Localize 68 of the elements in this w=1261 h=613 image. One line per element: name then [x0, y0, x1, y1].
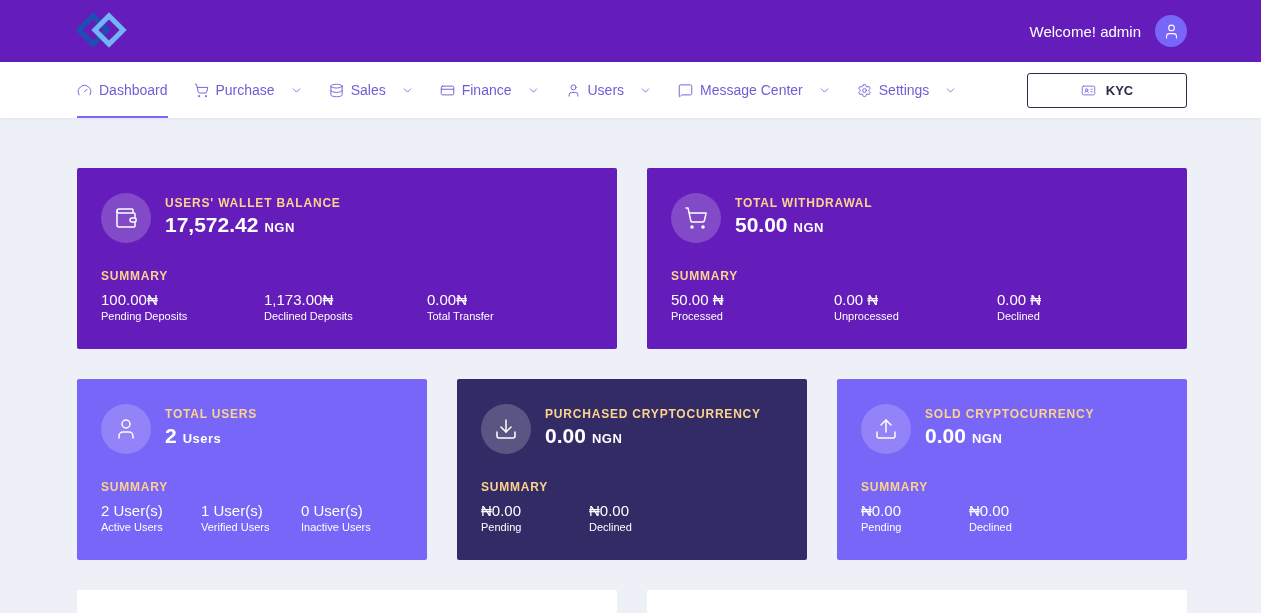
- card-title: TOTAL USERS: [165, 407, 258, 421]
- card-title: USERS' WALLET BALANCE: [165, 196, 341, 210]
- card-value: 50.00: [735, 213, 788, 237]
- nav-tab[interactable]: Dashboard: [77, 62, 168, 118]
- card-title: SOLD CRYPTOCURRENCY: [925, 407, 1095, 421]
- card-value: 17,572.42: [165, 213, 259, 237]
- nav-tab[interactable]: Finance: [439, 62, 540, 118]
- summary-label: SUMMARY: [671, 269, 740, 283]
- nav-tab[interactable]: Message Center: [678, 62, 831, 118]
- stat-label: Pending Deposits: [101, 310, 189, 322]
- upload-icon: [874, 417, 898, 441]
- database-icon: [328, 82, 344, 98]
- stat-value: 0.00 ₦: [834, 291, 880, 308]
- card-value: 2: [165, 424, 177, 448]
- stat-label: Declined: [589, 521, 633, 533]
- stat-value: 0.00₦: [427, 291, 469, 308]
- stat-label: Verified Users: [201, 521, 271, 533]
- stat-value: ₦0.00: [969, 502, 1011, 519]
- card-unit: NGN: [793, 220, 824, 235]
- cart-icon: [684, 206, 708, 230]
- avatar[interactable]: [1155, 15, 1187, 47]
- summary-label: SUMMARY: [101, 269, 170, 283]
- kyc-button[interactable]: KYC: [1027, 72, 1187, 108]
- settings-icon: [856, 82, 872, 98]
- gauge-icon: [77, 82, 92, 98]
- nav-tab[interactable]: Sales: [328, 62, 414, 118]
- stat-value: 1 User(s): [201, 502, 264, 519]
- wallet-icon: [114, 206, 138, 230]
- stat-label: Active Users: [101, 521, 164, 533]
- stat-label: Pending: [861, 521, 903, 533]
- summary-label: SUMMARY: [481, 480, 550, 494]
- stat-value: 50.00 ₦: [671, 291, 725, 308]
- stat-value: ₦0.00: [589, 502, 631, 519]
- welcome-text: Welcome! admin: [1029, 22, 1141, 40]
- card-unit: NGN: [591, 431, 623, 446]
- card-title: TOTAL WITHDRAWAL: [735, 196, 873, 210]
- card-unit: Users: [182, 431, 222, 446]
- stat-label: Processed: [671, 310, 724, 322]
- card-value: 0.00: [545, 424, 586, 448]
- card-value: 0.00: [925, 424, 966, 448]
- stat-label: Unprocessed: [834, 310, 900, 322]
- summary-label: SUMMARY: [861, 480, 930, 494]
- nav-tab[interactable]: Purchase: [193, 62, 303, 118]
- cart-icon: [193, 82, 209, 98]
- user-icon: [565, 82, 581, 98]
- id-card-icon: [1080, 82, 1096, 98]
- card-unit: NGN: [971, 431, 1003, 446]
- stat-value: 0.00 ₦: [997, 291, 1043, 308]
- stat-value: ₦0.00: [861, 502, 903, 519]
- stat-value: 100.00₦: [101, 291, 159, 308]
- stat-value: 2 User(s): [101, 502, 164, 519]
- stat-label: Declined Deposits: [264, 310, 354, 322]
- stat-value: 1,173.00₦: [264, 291, 335, 308]
- chat-icon: [678, 82, 694, 98]
- nav-tab[interactable]: Users: [565, 62, 653, 118]
- stat-label: Total Transfer: [427, 310, 495, 322]
- card-title: PURCHASED CRYPTOCURRENCY: [545, 407, 761, 421]
- stat-value: ₦0.00: [481, 502, 523, 519]
- stat-value: 0 User(s): [301, 502, 364, 519]
- stat-label: Declined: [997, 310, 1041, 322]
- stat-label: Inactive Users: [301, 521, 372, 533]
- download-icon: [494, 417, 518, 441]
- card-icon: [439, 82, 455, 98]
- nav-tab[interactable]: Settings: [856, 62, 958, 118]
- stat-label: Declined: [969, 521, 1013, 533]
- card-unit: NGN: [264, 220, 295, 235]
- summary-label: SUMMARY: [101, 480, 170, 494]
- stat-label: Pending: [481, 521, 523, 533]
